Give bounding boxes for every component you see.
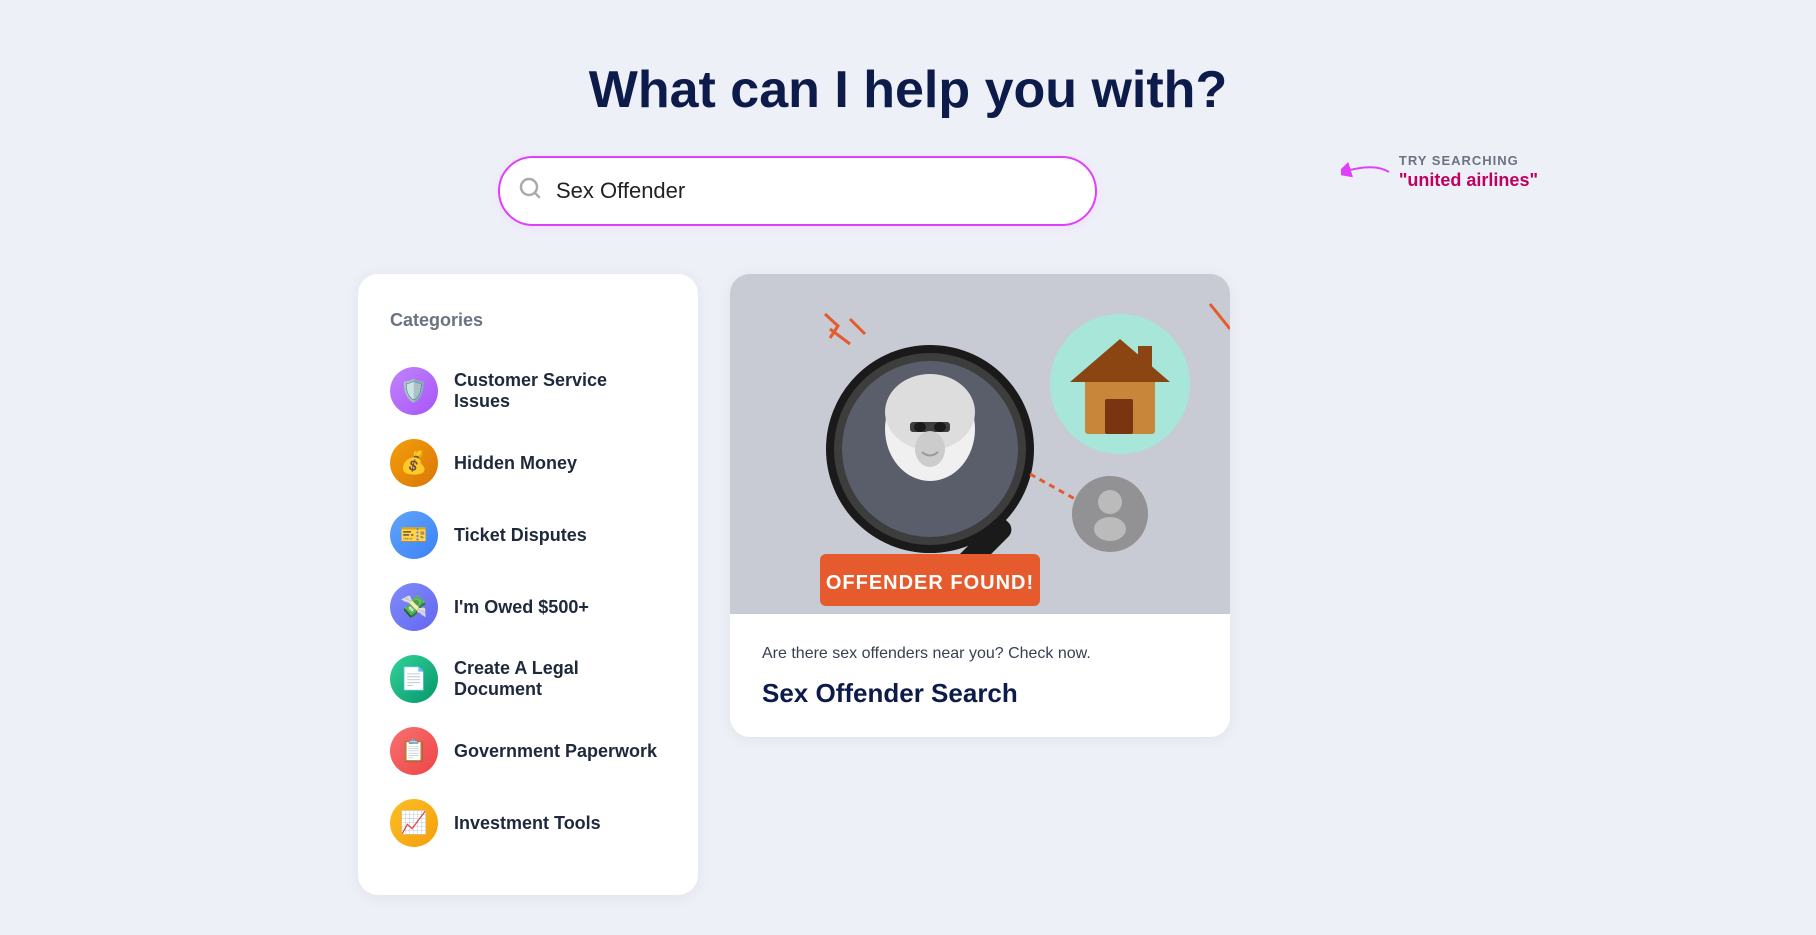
category-icon-owed-money: 💸 xyxy=(390,583,438,631)
category-label-government: Government Paperwork xyxy=(454,741,657,762)
category-item-investment[interactable]: 📈 Investment Tools xyxy=(390,787,666,859)
category-icon-government: 📋 xyxy=(390,727,438,775)
category-item-ticket-disputes[interactable]: 🎫 Ticket Disputes xyxy=(390,499,666,571)
category-label-legal-document: Create A Legal Document xyxy=(454,658,666,700)
try-searching-value: "united airlines" xyxy=(1399,170,1538,191)
categories-heading: Categories xyxy=(390,310,666,331)
search-wrapper xyxy=(498,156,1097,226)
try-searching: TRY SEARCHING "united airlines" xyxy=(1341,153,1538,191)
search-icon xyxy=(518,176,542,206)
category-item-hidden-money[interactable]: 💰 Hidden Money xyxy=(390,427,666,499)
search-row: TRY SEARCHING "united airlines" xyxy=(498,156,1318,226)
page-title: What can I help you with? xyxy=(589,60,1227,120)
categories-panel: Categories 🛡️ Customer Service Issues 💰 … xyxy=(358,274,698,895)
category-icon-legal-document: 📄 xyxy=(390,655,438,703)
category-label-ticket-disputes: Ticket Disputes xyxy=(454,525,587,546)
category-icon-investment: 📈 xyxy=(390,799,438,847)
try-searching-label: TRY SEARCHING xyxy=(1399,153,1538,168)
category-icon-hidden-money: 💰 xyxy=(390,439,438,487)
search-input[interactable] xyxy=(498,156,1097,226)
category-label-investment: Investment Tools xyxy=(454,813,601,834)
category-item-government[interactable]: 📋 Government Paperwork xyxy=(390,715,666,787)
category-icon-ticket-disputes: 🎫 xyxy=(390,511,438,559)
result-description: Are there sex offenders near you? Check … xyxy=(762,642,1198,666)
result-illustration: OFFENDER FOUND! xyxy=(730,274,1230,614)
main-content: Categories 🛡️ Customer Service Issues 💰 … xyxy=(358,274,1458,895)
category-label-customer-service: Customer Service Issues xyxy=(454,370,666,412)
category-label-owed-money: I'm Owed $500+ xyxy=(454,597,589,618)
result-body: Are there sex offenders near you? Check … xyxy=(730,614,1230,737)
result-card[interactable]: OFFENDER FOUND! Are there sex offenders … xyxy=(730,274,1230,737)
category-item-customer-service[interactable]: 🛡️ Customer Service Issues xyxy=(390,355,666,427)
svg-text:OFFENDER FOUND!: OFFENDER FOUND! xyxy=(826,572,1034,594)
categories-list: 🛡️ Customer Service Issues 💰 Hidden Mone… xyxy=(390,355,666,859)
category-icon-customer-service: 🛡️ xyxy=(390,367,438,415)
category-label-hidden-money: Hidden Money xyxy=(454,453,577,474)
result-title: Sex Offender Search xyxy=(762,678,1198,709)
category-item-owed-money[interactable]: 💸 I'm Owed $500+ xyxy=(390,571,666,643)
arrow-icon xyxy=(1341,160,1391,184)
category-item-legal-document[interactable]: 📄 Create A Legal Document xyxy=(390,643,666,715)
result-image: OFFENDER FOUND! xyxy=(730,274,1230,614)
